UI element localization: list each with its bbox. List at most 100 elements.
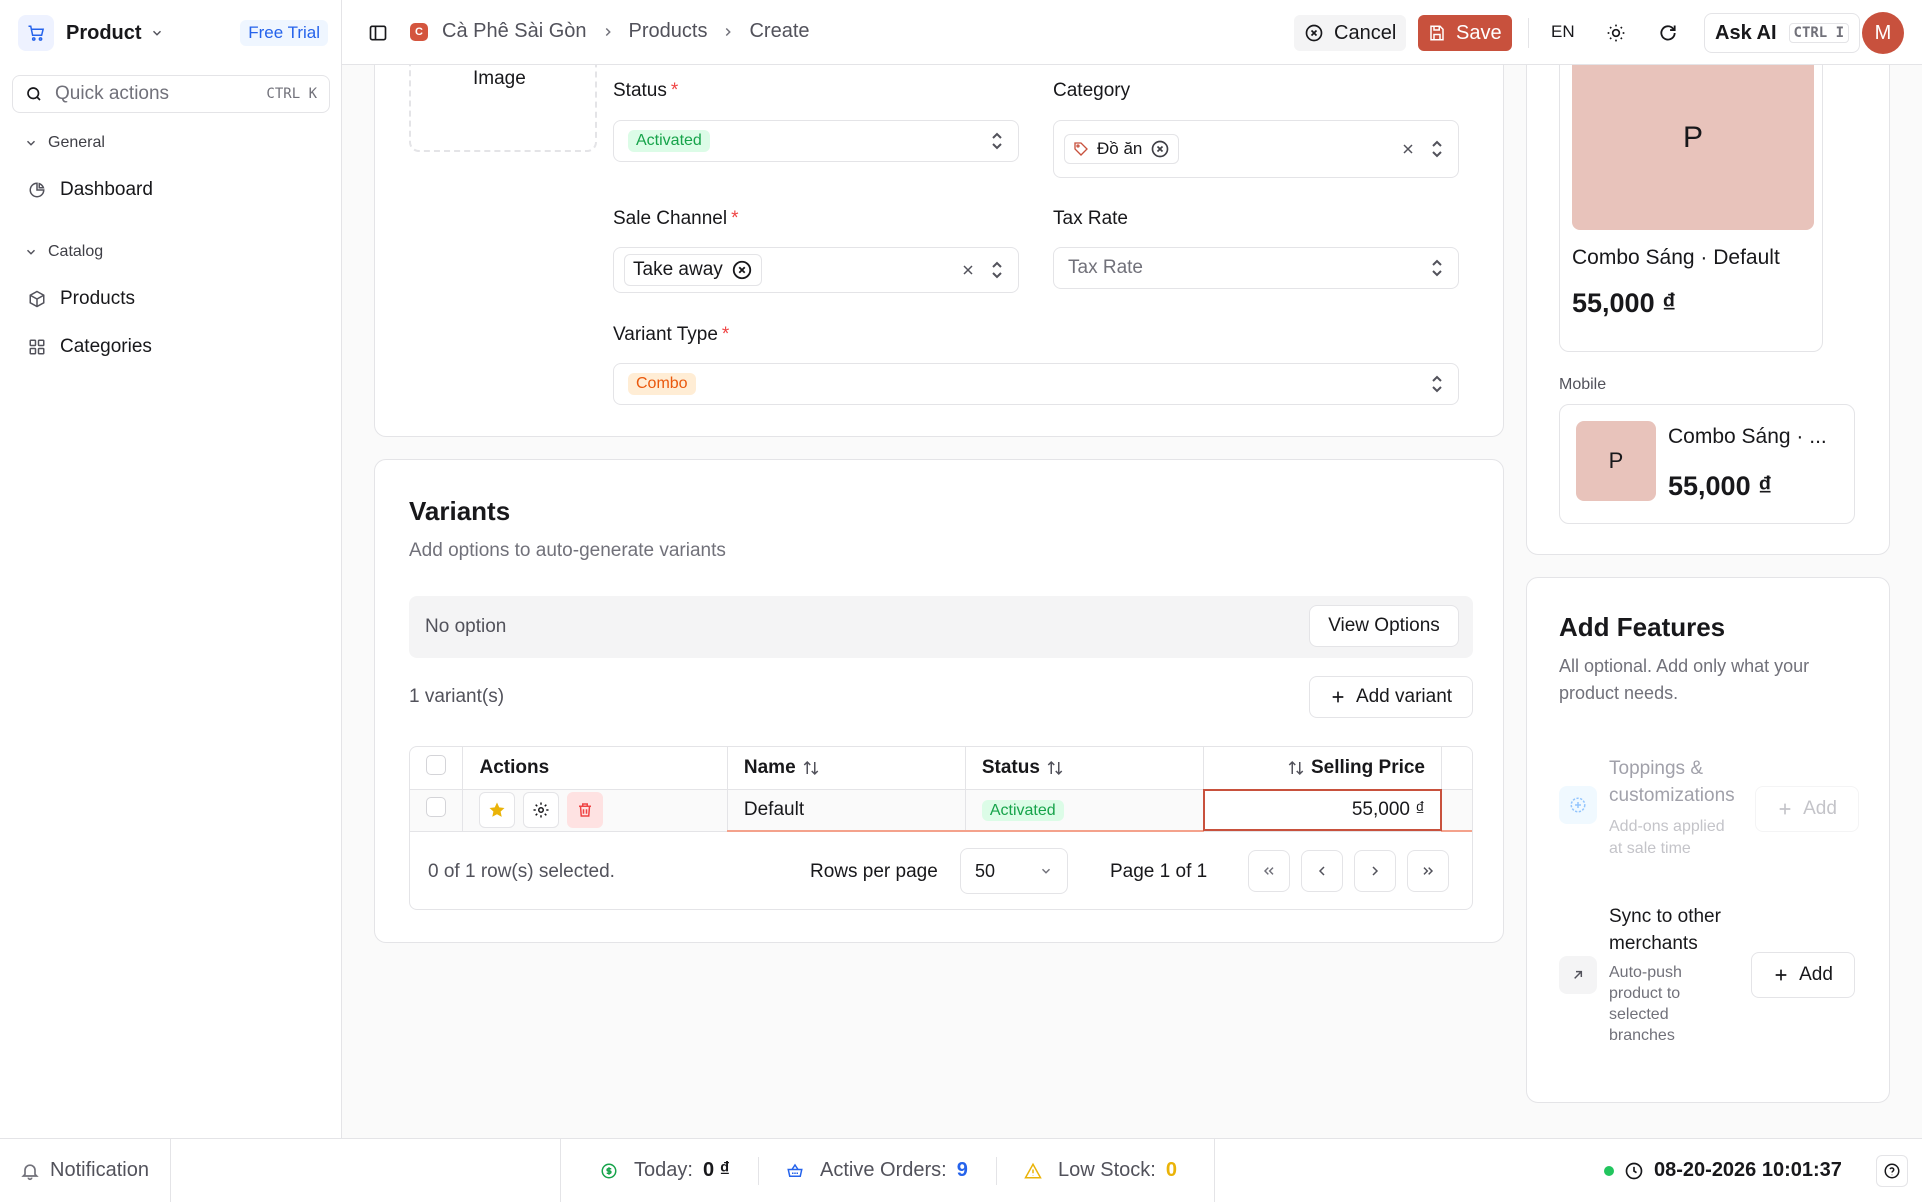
ask-ai-button[interactable]: Ask AI CTRL I bbox=[1704, 13, 1861, 53]
breadcrumb-products[interactable]: Products bbox=[629, 20, 708, 43]
next-page-button[interactable] bbox=[1354, 850, 1396, 892]
variant-price-input[interactable]: 55,000 ₫ bbox=[1203, 789, 1443, 832]
add-toppings-button[interactable]: Add bbox=[1755, 786, 1859, 832]
grid-icon bbox=[28, 338, 46, 356]
rows-per-page-select[interactable]: 50 bbox=[960, 848, 1068, 894]
sale-channel-multiselect[interactable]: Take away bbox=[613, 247, 1019, 293]
selection-summary: 0 of 1 row(s) selected. bbox=[428, 861, 615, 882]
delete-variant-button[interactable] bbox=[567, 792, 604, 828]
category-chip-label: Đồ ăn bbox=[1097, 139, 1143, 158]
settings-button[interactable] bbox=[523, 792, 560, 828]
divider bbox=[758, 1157, 759, 1185]
datetime: 08-20-2026 10:01:37 bbox=[1654, 1159, 1842, 1181]
quick-actions-placeholder: Quick actions bbox=[55, 83, 170, 104]
mobile-preview-image: P bbox=[1576, 421, 1656, 501]
add-variant-label: Add variant bbox=[1355, 686, 1453, 707]
variant-type-select[interactable]: Combo bbox=[613, 363, 1459, 405]
add-features-title: Add Features bbox=[1559, 612, 1726, 642]
trial-badge[interactable]: Free Trial bbox=[240, 20, 328, 46]
active-orders-value: 9 bbox=[956, 1159, 968, 1181]
tax-rate-select[interactable]: Tax Rate bbox=[1053, 247, 1459, 289]
view-options-button[interactable]: View Options bbox=[1309, 605, 1459, 647]
feature-toppings-desc-line2: at sale time bbox=[1609, 840, 1691, 857]
variant-status-badge: Activated bbox=[981, 799, 1064, 821]
plus-icon bbox=[1777, 801, 1793, 817]
breadcrumb-shop[interactable]: Cà Phê Sài Gòn bbox=[442, 20, 587, 43]
sidebar-item-label: Products bbox=[60, 288, 135, 309]
no-option-text: No option bbox=[425, 616, 507, 637]
add-variant-button[interactable]: Add variant bbox=[1309, 676, 1473, 718]
chevrons-right-icon bbox=[1420, 863, 1436, 879]
add-features-subtitle-line1: All optional. Add only what your bbox=[1559, 656, 1810, 676]
set-default-button[interactable] bbox=[479, 792, 516, 828]
group-toggle-catalog[interactable]: Catalog bbox=[24, 243, 103, 261]
quick-actions-search[interactable]: Quick actions CTRL K bbox=[12, 75, 330, 113]
feature-sync-desc-line3: selected bbox=[1609, 1006, 1669, 1023]
category-multiselect[interactable]: Đồ ăn bbox=[1053, 120, 1459, 178]
status-bar: Notification Today: 0 ₫ Active Orders: 9… bbox=[0, 1138, 1922, 1202]
sidebar-item-products[interactable]: Products bbox=[28, 288, 135, 310]
clear-icon[interactable] bbox=[960, 262, 976, 278]
status-select[interactable]: Activated bbox=[613, 120, 1019, 162]
variant-status-cell[interactable]: Activated bbox=[965, 789, 1204, 832]
add-toppings-label: Add bbox=[1803, 798, 1837, 819]
add-sync-button[interactable]: Add bbox=[1751, 952, 1855, 998]
column-header-name[interactable]: Name bbox=[727, 747, 966, 790]
variants-title: Variants bbox=[409, 496, 511, 526]
low-stock-label: Low Stock: bbox=[1058, 1159, 1156, 1181]
trash-icon bbox=[576, 801, 594, 819]
add-features-subtitle-line2: product needs. bbox=[1559, 683, 1679, 703]
avatar[interactable]: M bbox=[1862, 12, 1904, 54]
refresh-icon[interactable] bbox=[1658, 23, 1678, 43]
remove-chip-icon[interactable] bbox=[1150, 139, 1170, 159]
feature-sync-desc-line2: product to bbox=[1609, 985, 1681, 1002]
cancel-button[interactable]: Cancel bbox=[1294, 15, 1407, 51]
active-orders[interactable]: Active Orders: 9 bbox=[786, 1159, 968, 1182]
app-switcher[interactable]: Product Free Trial bbox=[18, 14, 328, 52]
select-all-checkbox[interactable] bbox=[426, 754, 446, 775]
last-page-button[interactable] bbox=[1407, 850, 1449, 892]
options-bar: No option View Options bbox=[409, 596, 1473, 658]
variants-table-wrapper: Actions Name Status Selling Price Defaul… bbox=[409, 746, 1473, 910]
sidebar-item-label: Dashboard bbox=[60, 179, 153, 200]
clear-icon[interactable] bbox=[1400, 141, 1416, 157]
sidebar-item-dashboard[interactable]: Dashboard bbox=[28, 179, 153, 201]
low-stock-value: 0 bbox=[1165, 1159, 1177, 1181]
notification-button[interactable]: Notification bbox=[20, 1159, 149, 1182]
theme-sun-icon[interactable] bbox=[1606, 23, 1626, 43]
select-all-cell bbox=[410, 747, 464, 790]
save-icon bbox=[1428, 24, 1446, 42]
pie-chart-icon bbox=[28, 181, 46, 199]
remove-chip-icon[interactable] bbox=[731, 259, 753, 281]
first-page-button[interactable] bbox=[1248, 850, 1290, 892]
variant-name[interactable]: Default bbox=[727, 789, 966, 832]
language-switcher[interactable]: EN bbox=[1551, 22, 1575, 42]
category-label: Category bbox=[1053, 80, 1131, 101]
table-header-row: Actions Name Status Selling Price bbox=[410, 747, 1472, 790]
feature-sync-desc-line1: Auto-push bbox=[1609, 964, 1682, 981]
gear-icon bbox=[532, 801, 550, 819]
add-sync-label: Add bbox=[1799, 964, 1833, 985]
breadcrumb-create: Create bbox=[749, 20, 810, 42]
sidebar-item-categories[interactable]: Categories bbox=[28, 336, 152, 358]
divider bbox=[1214, 1139, 1215, 1202]
help-button[interactable] bbox=[1876, 1155, 1908, 1187]
feature-toppings-title-line2: customizations bbox=[1609, 785, 1735, 806]
save-button[interactable]: Save bbox=[1418, 15, 1512, 51]
box-icon bbox=[28, 290, 46, 308]
column-status-label: Status bbox=[981, 756, 1040, 778]
prev-page-button[interactable] bbox=[1301, 850, 1343, 892]
column-header-price[interactable]: Selling Price bbox=[1203, 747, 1443, 790]
column-header-status[interactable]: Status bbox=[965, 747, 1204, 790]
variant-type-label: Variant Type * bbox=[613, 324, 730, 345]
rows-per-page-value: 50 bbox=[975, 860, 996, 881]
group-toggle-general[interactable]: General bbox=[24, 134, 105, 152]
sidebar-toggle-icon[interactable] bbox=[368, 23, 388, 43]
feature-toppings-title-line1: Toppings & bbox=[1609, 758, 1704, 779]
row-checkbox[interactable] bbox=[426, 797, 446, 817]
arrow-up-right-icon bbox=[1559, 956, 1597, 994]
row-select-cell bbox=[410, 789, 464, 832]
tax-rate-placeholder: Tax Rate bbox=[1068, 257, 1143, 278]
online-indicator bbox=[1604, 1165, 1614, 1176]
low-stock[interactable]: Low Stock: 0 bbox=[1024, 1159, 1177, 1182]
